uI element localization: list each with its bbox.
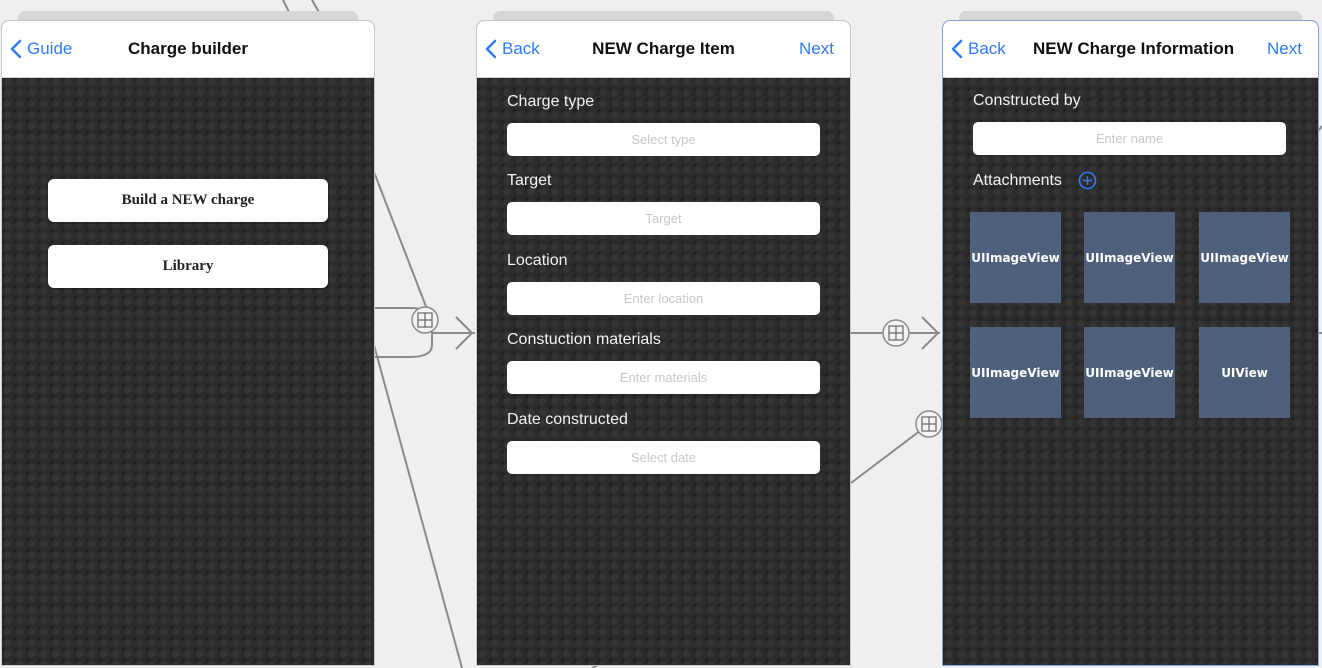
- back-label: Back: [968, 39, 1006, 58]
- attachment-image-view[interactable]: UIImageView: [970, 212, 1061, 303]
- screen[interactable]: Back NEW Charge Information Next Constru…: [942, 20, 1319, 666]
- scene-new-charge-item: Back NEW Charge Item Next Charge type Se…: [476, 0, 851, 666]
- attachments-label: Attachments: [973, 171, 1062, 189]
- charge-type-label: Charge type: [507, 93, 595, 110]
- charge-type-field[interactable]: Select type: [507, 123, 820, 156]
- segue-icon[interactable]: [882, 319, 910, 347]
- build-new-charge-button[interactable]: Build a NEW charge: [48, 179, 328, 222]
- segue-icon[interactable]: [915, 410, 943, 438]
- nav-title: Charge builder: [128, 39, 248, 58]
- nav-title: NEW Charge Item: [592, 39, 735, 58]
- attachment-image-view[interactable]: UIImageView: [1084, 327, 1175, 418]
- attachment-image-view[interactable]: UIImageView: [1084, 212, 1175, 303]
- navigation-bar: Guide Charge builder: [2, 21, 374, 78]
- materials-field[interactable]: Enter materials: [507, 361, 820, 394]
- attachment-image-view[interactable]: UIImageView: [970, 327, 1061, 418]
- constructed-by-label: Constructed by: [973, 92, 1081, 109]
- screen[interactable]: Guide Charge builder Build a NEW charge …: [1, 20, 375, 666]
- location-field[interactable]: Enter location: [507, 282, 820, 315]
- back-button[interactable]: Back: [951, 38, 1006, 60]
- attachments-row: Attachments: [973, 171, 1097, 190]
- navigation-bar: Back NEW Charge Information Next: [943, 21, 1318, 78]
- nav-title: NEW Charge Information: [1033, 39, 1235, 58]
- screen[interactable]: Back NEW Charge Item Next Charge type Se…: [476, 20, 851, 666]
- next-button[interactable]: Next: [1267, 39, 1302, 59]
- library-button[interactable]: Library: [48, 245, 328, 288]
- materials-label: Constuction materials: [507, 331, 661, 348]
- add-circle-icon[interactable]: [1078, 171, 1097, 190]
- location-label: Location: [507, 252, 568, 269]
- next-button[interactable]: Next: [799, 39, 834, 59]
- scene-new-charge-information: Back NEW Charge Information Next Constru…: [942, 0, 1319, 666]
- date-constructed-label: Date constructed: [507, 411, 628, 428]
- attachment-view[interactable]: UIView: [1199, 327, 1290, 418]
- attachment-image-view[interactable]: UIImageView: [1199, 212, 1290, 303]
- scene-charge-builder: Guide Charge builder Build a NEW charge …: [1, 0, 375, 666]
- target-label: Target: [507, 172, 552, 189]
- navigation-bar: Back NEW Charge Item Next: [477, 21, 850, 78]
- chevron-left-icon: [951, 39, 963, 59]
- target-field[interactable]: Target: [507, 202, 820, 235]
- constructed-by-field[interactable]: Enter name: [973, 122, 1286, 155]
- date-constructed-field[interactable]: Select date: [507, 441, 820, 474]
- segue-icon[interactable]: [411, 306, 439, 334]
